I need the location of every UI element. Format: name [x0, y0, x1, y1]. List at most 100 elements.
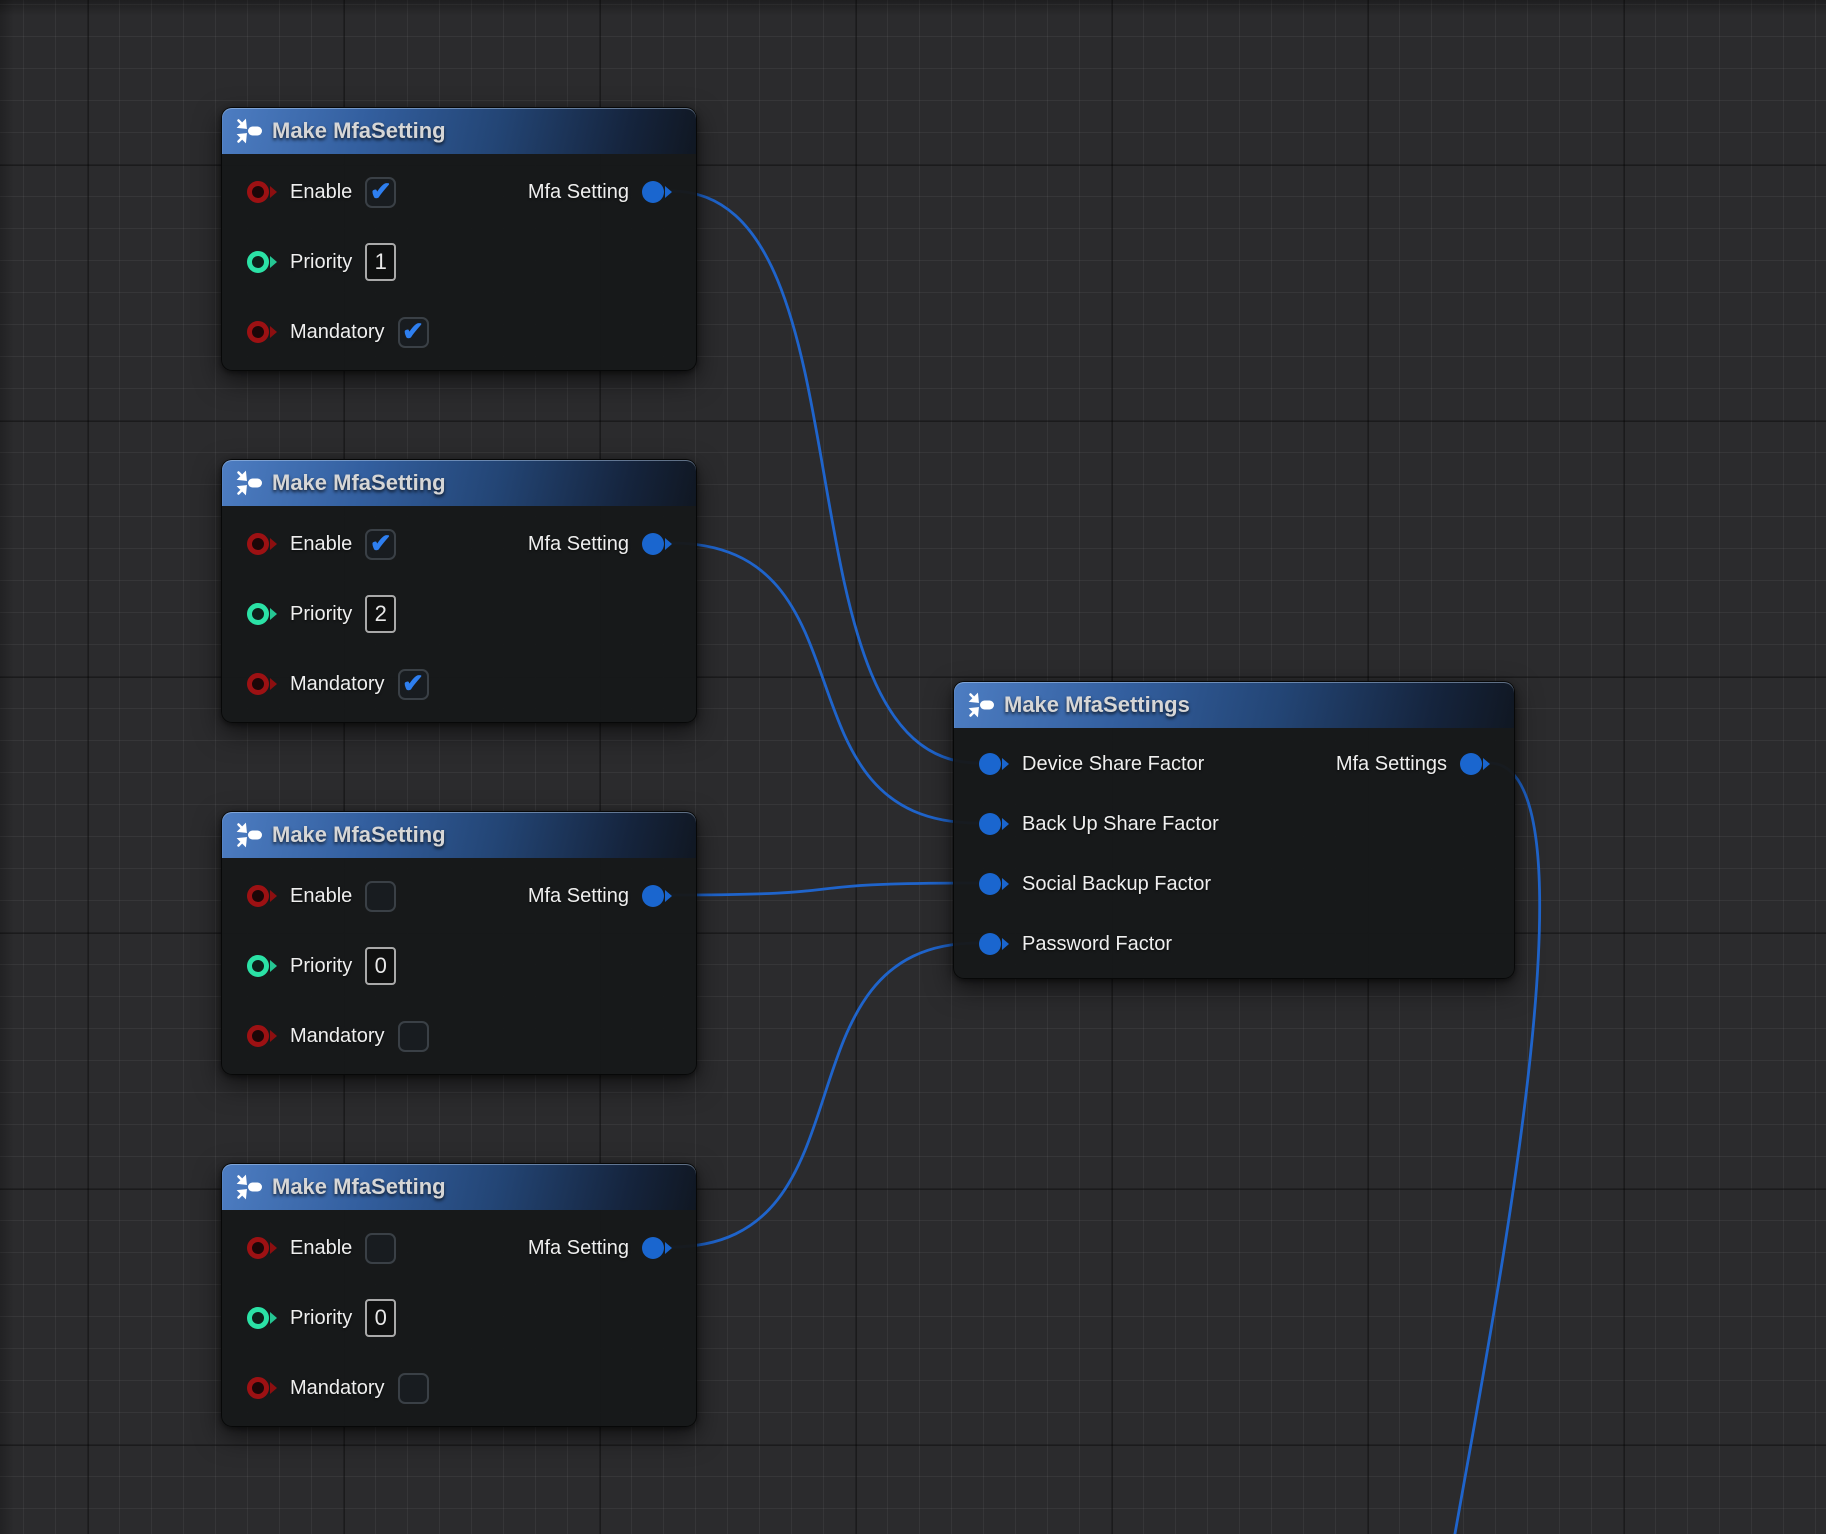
enable-checkbox[interactable] — [365, 1233, 396, 1264]
pin-label: Enable — [290, 533, 352, 556]
blueprint-wire[interactable] — [671, 943, 978, 1247]
pin-arrow-icon — [270, 1242, 277, 1254]
node-title: Make MfaSetting — [272, 1174, 446, 1200]
blueprint-wire[interactable] — [671, 543, 978, 823]
mandatory-input-pin[interactable] — [247, 1025, 277, 1047]
pin-arrow-icon — [270, 186, 277, 198]
output-row-mfa-setting: Mfa Setting — [528, 170, 672, 214]
input-row-enable: Enable — [247, 170, 396, 214]
node-header[interactable]: Make MfaSetting — [222, 108, 696, 154]
bool-pin-circle — [247, 1377, 269, 1399]
int-pin-circle — [247, 251, 269, 273]
priority-field[interactable]: 2 — [365, 595, 396, 633]
blueprint-wire[interactable] — [671, 883, 978, 895]
struct-pin-circle — [642, 1237, 664, 1259]
mfa-setting-output-pin[interactable] — [642, 533, 672, 555]
enable-input-pin[interactable] — [247, 533, 277, 555]
back-up-share-factor-input-pin[interactable] — [979, 813, 1009, 835]
blueprint-wire[interactable] — [671, 191, 978, 763]
input-row-priority: Priority 1 — [247, 240, 396, 284]
blueprint-node-make-mfasetting[interactable]: Make MfaSetting Enable Priority 1 Mandatory M… — [221, 107, 697, 371]
blueprint-node-make-mfasettings[interactable]: Make MfaSettingsDevice Share FactorBack … — [953, 681, 1515, 979]
struct-pin-circle — [642, 885, 664, 907]
social-backup-factor-input-pin[interactable] — [979, 873, 1009, 895]
mfa-settings-output-pin[interactable] — [1460, 753, 1490, 775]
input-row-priority: Priority0 — [247, 944, 396, 988]
enable-checkbox[interactable] — [365, 881, 396, 912]
pin-label: Mfa Setting — [528, 181, 629, 204]
pin-label: Mfa Setting — [528, 1237, 629, 1260]
mandatory-input-pin[interactable] — [247, 1377, 277, 1399]
input-row-priority: Priority 2 — [247, 592, 396, 636]
int-pin-circle — [247, 955, 269, 977]
blueprint-node-make-mfasetting[interactable]: Make MfaSettingEnablePriority2MandatoryM… — [221, 459, 697, 723]
node-title: Make MfaSetting — [272, 118, 446, 144]
mandatory-checkbox[interactable] — [398, 1373, 429, 1404]
input-row-social-backup-factor: Social Backup Factor — [979, 862, 1211, 906]
pin-label: Priority — [290, 251, 352, 274]
output-row-mfa-setting: Mfa Setting — [528, 874, 672, 918]
priority-input-pin[interactable] — [247, 603, 277, 625]
pin-arrow-icon — [270, 1312, 277, 1324]
pin-label: Mandatory — [290, 1025, 385, 1048]
output-row-mfa-setting: Mfa Setting — [528, 522, 672, 566]
mfa-setting-output-pin[interactable] — [642, 181, 672, 203]
pin-arrow-icon — [1483, 758, 1490, 770]
pin-arrow-icon — [1002, 878, 1009, 890]
bool-pin-circle — [247, 1237, 269, 1259]
priority-field[interactable]: 0 — [365, 947, 396, 985]
blueprint-graph-canvas[interactable]: Make MfaSetting Enable Priority 1 Mandatory M… — [0, 0, 1826, 1534]
priority-input-pin[interactable] — [247, 955, 277, 977]
priority-input-pin[interactable] — [247, 1307, 277, 1329]
struct-pin-circle — [979, 813, 1001, 835]
pin-arrow-icon — [270, 538, 277, 550]
pin-arrow-icon — [270, 960, 277, 972]
pin-arrow-icon — [665, 538, 672, 550]
output-row-mfa-settings: Mfa Settings — [1336, 742, 1490, 786]
mfa-setting-output-pin[interactable] — [642, 885, 672, 907]
enable-checkbox[interactable] — [365, 529, 396, 560]
enable-checkbox[interactable] — [365, 177, 396, 208]
mandatory-input-pin[interactable] — [247, 321, 277, 343]
node-title: Make MfaSetting — [272, 822, 446, 848]
priority-field[interactable]: 1 — [365, 243, 396, 281]
enable-input-pin[interactable] — [247, 885, 277, 907]
pin-label: Priority — [290, 1307, 352, 1330]
mandatory-checkbox[interactable] — [398, 1021, 429, 1052]
mandatory-input-pin[interactable] — [247, 673, 277, 695]
node-header[interactable]: Make MfaSetting — [222, 812, 696, 858]
input-row-mandatory: Mandatory — [247, 310, 429, 354]
password-factor-input-pin[interactable] — [979, 933, 1009, 955]
priority-input-pin[interactable] — [247, 251, 277, 273]
input-row-mandatory: Mandatory — [247, 1014, 429, 1058]
node-header[interactable]: Make MfaSettings — [954, 682, 1514, 728]
device-share-factor-input-pin[interactable] — [979, 753, 1009, 775]
mandatory-checkbox[interactable] — [398, 669, 429, 700]
bool-pin-circle — [247, 181, 269, 203]
node-header[interactable]: Make MfaSetting — [222, 1164, 696, 1210]
pin-label: Enable — [290, 181, 352, 204]
input-row-mandatory: Mandatory — [247, 1366, 429, 1410]
blueprint-node-make-mfasetting[interactable]: Make MfaSetting Enable Priority 0 Mandatory M… — [221, 1163, 697, 1427]
mandatory-checkbox[interactable] — [398, 317, 429, 348]
make-struct-icon — [236, 1174, 263, 1200]
pin-label: Password Factor — [1022, 933, 1172, 956]
enable-input-pin[interactable] — [247, 181, 277, 203]
input-row-enable: Enable — [247, 874, 396, 918]
make-struct-icon — [236, 822, 263, 848]
pin-label: Priority — [290, 603, 352, 626]
blueprint-node-make-mfasetting[interactable]: Make MfaSetting Enable Priority0 Mandatory M… — [221, 811, 697, 1075]
input-row-priority: Priority 0 — [247, 1296, 396, 1340]
node-header[interactable]: Make MfaSetting — [222, 460, 696, 506]
enable-input-pin[interactable] — [247, 1237, 277, 1259]
pin-arrow-icon — [665, 1242, 672, 1254]
make-struct-icon — [236, 470, 263, 496]
priority-field[interactable]: 0 — [365, 1299, 396, 1337]
pin-label: Mfa Setting — [528, 533, 629, 556]
pin-arrow-icon — [270, 890, 277, 902]
node-title: Make MfaSettings — [1004, 692, 1190, 718]
mfa-setting-output-pin[interactable] — [642, 1237, 672, 1259]
input-row-enable: Enable — [247, 522, 396, 566]
pin-label: Enable — [290, 1237, 352, 1260]
pin-arrow-icon — [270, 1382, 277, 1394]
